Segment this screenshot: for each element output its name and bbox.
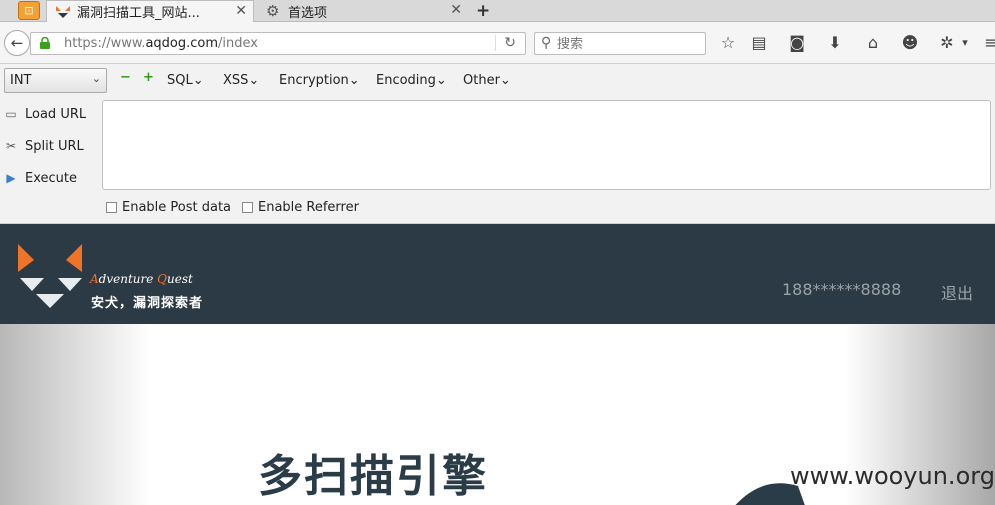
menu-label: XSS bbox=[223, 73, 249, 88]
scissors-icon: ✂ bbox=[5, 139, 17, 153]
hackbar: INT ⌄ − + SQL⌄ XSS⌄ Encryption⌄ Encoding… bbox=[0, 64, 995, 224]
menu-label: Encryption bbox=[279, 73, 349, 88]
search-bar[interactable]: ⚲ bbox=[534, 32, 706, 55]
checkbox-box[interactable] bbox=[106, 202, 117, 213]
enable-post-checkbox[interactable]: Enable Post data bbox=[106, 200, 231, 215]
app-menu-button[interactable]: ⊡ bbox=[18, 1, 40, 20]
url-bar[interactable]: https://www.aqdog.com/index ↻ bbox=[30, 32, 526, 55]
logo-wordmark: Adventure Quest bbox=[90, 272, 193, 286]
hero-title: 多扫描引擎 bbox=[258, 451, 488, 502]
watermark: www.wooyun.org bbox=[790, 462, 995, 490]
type-select[interactable]: INT ⌄ bbox=[4, 68, 107, 93]
tab-bar: ⊡ 漏洞扫描工具_网站... ✕ ⚙ 首选项 ✕ + bbox=[0, 0, 995, 22]
home-icon[interactable]: ⌂ bbox=[862, 32, 884, 54]
site-header: Adventure Quest 安犬，漏洞探索者 188******8888 退… bbox=[0, 224, 995, 324]
sql-menu[interactable]: SQL⌄ bbox=[167, 73, 204, 88]
tab-scanner[interactable]: 漏洞扫描工具_网站... ✕ bbox=[46, 0, 254, 22]
pocket-icon[interactable]: ◙ bbox=[786, 32, 808, 54]
checkbox-box[interactable] bbox=[242, 202, 253, 213]
logo-letter: Q bbox=[157, 272, 168, 286]
logo-slogan: 安犬，漏洞探索者 bbox=[91, 296, 204, 311]
chevron-down-icon: ⌄ bbox=[192, 73, 204, 88]
menu-label: SQL bbox=[167, 73, 193, 88]
tab-label: 首选项 bbox=[288, 5, 328, 21]
chat-icon[interactable]: ☻ bbox=[899, 32, 921, 54]
url-path: /index bbox=[218, 36, 258, 51]
download-icon[interactable]: ⬇ bbox=[824, 32, 846, 54]
search-icon: ⚲ bbox=[541, 35, 552, 51]
load-url-icon: ▭ bbox=[5, 107, 17, 121]
bookmark-star-icon[interactable]: ☆ bbox=[717, 32, 739, 54]
chevron-down-icon: ⌄ bbox=[91, 72, 101, 85]
fox-favicon-icon bbox=[56, 5, 70, 18]
search-input[interactable] bbox=[557, 35, 702, 53]
reload-icon[interactable]: ↻ bbox=[495, 35, 516, 51]
gear-icon: ⚙ bbox=[266, 2, 280, 20]
increase-icon[interactable]: + bbox=[143, 71, 154, 84]
logout-link[interactable]: 退出 bbox=[941, 280, 973, 304]
hamburger-menu-icon[interactable]: ≡ bbox=[980, 32, 995, 54]
chevron-down-icon: ⌄ bbox=[248, 73, 260, 88]
back-button[interactable]: ← bbox=[4, 30, 30, 56]
other-menu[interactable]: Other⌄ bbox=[463, 73, 511, 88]
enable-referrer-checkbox[interactable]: Enable Referrer bbox=[242, 200, 359, 215]
chevron-down-icon: ⌄ bbox=[435, 73, 447, 88]
url-host: aqdog.com bbox=[145, 36, 219, 51]
encryption-menu[interactable]: Encryption⌄ bbox=[279, 73, 360, 88]
logo-letter: A bbox=[90, 272, 99, 286]
load-url-button[interactable]: ▭ Load URL bbox=[3, 103, 86, 125]
checkbox-label: Enable Referrer bbox=[258, 200, 359, 215]
chevron-down-icon[interactable]: ▾ bbox=[954, 32, 976, 54]
url-textarea[interactable] bbox=[102, 100, 991, 190]
execute-icon: ▶ bbox=[6, 171, 16, 185]
encoding-menu[interactable]: Encoding⌄ bbox=[376, 73, 447, 88]
decrease-icon[interactable]: − bbox=[120, 71, 131, 84]
close-tab-icon[interactable]: ✕ bbox=[450, 2, 462, 18]
reading-list-icon[interactable]: ▤ bbox=[748, 32, 770, 54]
navigation-bar: ← https://www.aqdog.com/index ↻ ⚲ ☆ ▤ ◙ … bbox=[0, 22, 995, 64]
fox-logo-icon bbox=[18, 244, 82, 308]
xss-menu[interactable]: XSS⌄ bbox=[223, 73, 259, 88]
new-tab-button[interactable]: + bbox=[476, 1, 490, 21]
url-scheme: https://www. bbox=[64, 36, 146, 51]
lock-icon bbox=[40, 37, 50, 49]
type-select-value: INT bbox=[10, 73, 32, 88]
menu-label: Other bbox=[463, 73, 500, 88]
split-url-label: Split URL bbox=[25, 138, 84, 154]
checkbox-label: Enable Post data bbox=[122, 200, 232, 215]
user-phone[interactable]: 188******8888 bbox=[782, 280, 901, 299]
execute-button[interactable]: ▶ Execute bbox=[3, 167, 77, 189]
hero-banner: 多扫描引擎 www.wooyun.org bbox=[0, 324, 995, 505]
logo-text: uest bbox=[167, 272, 193, 286]
url-text[interactable]: https://www.aqdog.com/index bbox=[64, 36, 258, 51]
close-tab-icon[interactable]: ✕ bbox=[235, 3, 247, 19]
chevron-down-icon: ⌄ bbox=[348, 73, 360, 88]
tab-label: 漏洞扫描工具_网站... bbox=[77, 6, 200, 21]
menu-label: Encoding bbox=[376, 73, 436, 88]
chevron-down-icon: ⌄ bbox=[499, 73, 511, 88]
tab-preferences[interactable]: ⚙ 首选项 ✕ bbox=[258, 0, 468, 22]
split-url-button[interactable]: ✂ Split URL bbox=[3, 135, 84, 157]
execute-label: Execute bbox=[25, 170, 77, 186]
logo-text: dventure bbox=[98, 272, 158, 286]
load-url-label: Load URL bbox=[25, 106, 87, 122]
